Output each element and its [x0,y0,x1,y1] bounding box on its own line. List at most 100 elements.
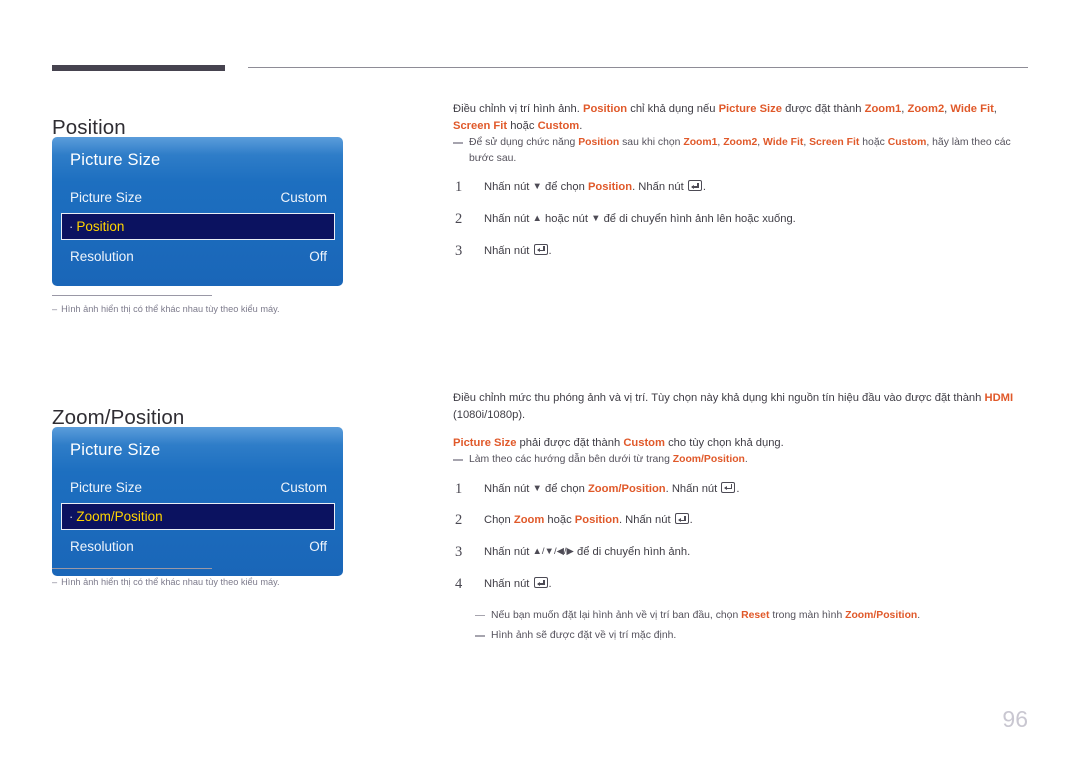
osd-row-value: Off [309,248,327,264]
note-line: Nếu bạn muốn đặt lại hình ảnh về vị trí … [475,608,1028,624]
footnote-text: ‒ Hình ảnh hiển thị có thể khác nhau tùy … [52,303,352,317]
step-number: 3 [455,242,463,259]
step-item: 1 Nhấn nút ▼ để chọn Zoom/Position. Nhấn… [453,481,1028,498]
t: được đặt thành [781,103,865,115]
t: hoặc nút [541,213,592,226]
t: phải được đặt thành [516,437,624,450]
t: hoặc [507,120,538,133]
intro-paragraph-2: Picture Size phải được đặt thành Custom … [453,435,1028,452]
note-line: Hình ảnh sẽ được đặt về vị trí mặc định. [475,628,1028,644]
t: . Nhấn nút [665,482,721,495]
keyword-position: Position [578,137,620,149]
t: Để sử dụng chức năng [469,137,579,149]
osd-row-resolution[interactable]: Resolution Off [52,532,343,560]
footnote-label: Hình ảnh hiển thị có thể khác nhau tùy t… [61,304,280,314]
osd-row-picture-size[interactable]: Picture Size Custom [52,183,343,211]
t: Nhấn nút [484,181,533,194]
t: Nhấn nút [484,213,533,226]
t: . Nhấn nút [618,514,674,527]
osd-row-picture-size[interactable]: Picture Size Custom [52,473,343,501]
t: trong màn hình [769,609,846,621]
osd-picture-size-1: Picture Size Picture Size Custom · Positi… [52,137,343,286]
keyword-zoom-position: Zoom/Position [587,482,666,495]
arrow-up-icon: ▲ [532,213,542,225]
t: , [993,103,997,115]
enter-key-icon [533,243,548,255]
osd-footnote-2: ‒ Hình ảnh hiển thị có thể khác nhau tùy … [52,568,352,590]
keyword-custom: Custom [887,137,927,149]
t: Nhấn nút [484,482,533,495]
keyword-custom: Custom [537,120,580,133]
end-notes: Nếu bạn muốn đặt lại hình ảnh về vị trí … [453,608,1028,644]
osd-row-label: Picture Size [70,189,143,205]
keyword-wide-fit: Wide Fit [950,103,994,115]
step-number: 1 [455,179,463,196]
keyword-position: Position [582,103,628,115]
osd-row-label: · Position [69,219,124,235]
step-item: 2 Chọn Zoom hoặc Position. Nhấn nút . [453,512,1028,529]
t: Điều chỉnh vị trí hình ảnh. [453,103,583,115]
step-number: 2 [455,512,463,529]
t: cho tùy chọn khả dụng. [664,437,784,450]
enter-key-icon [533,577,548,589]
t: . [689,514,693,527]
osd-row-value: Custom [280,479,327,495]
arrow-down-icon: ▼ [532,181,542,193]
keyword-hdmi: HDMI [984,392,1014,404]
t: Điều chỉnh mức thu phóng ảnh và vị trí. … [453,392,985,404]
step-number: 3 [455,544,463,561]
osd-row-label: Resolution [70,248,134,264]
enter-key-icon [687,180,702,192]
footnote-rule [52,568,212,569]
t: sau khi chọn [619,137,684,149]
t: hoặc [544,514,575,527]
page-number: 96 [1002,706,1028,732]
osd-row-position-selected[interactable]: · Position [61,213,335,240]
step-number: 4 [455,576,463,593]
section-body-zoom-position: Điều chỉnh mức thu phóng ảnh và vị trí. … [453,390,1028,644]
step-item: 3 Nhấn nút ▲/▼/◀/▶ để di chuyển hình ảnh… [453,544,1028,561]
document-page: Position Picture Size Picture Size Custo… [0,0,1080,763]
osd-title: Picture Size [70,151,161,169]
keyword-picture-size: Picture Size [453,437,517,450]
t: hoặc [859,137,888,149]
t: . [917,609,921,621]
keyword-wide-fit: Wide Fit [763,137,804,149]
t: Hình ảnh sẽ được đặt về vị trí mặc định. [491,630,677,642]
header-rule [52,64,1028,74]
t: . [744,454,748,466]
step-item: 3 Nhấn nút . [453,243,1028,260]
osd-row-zoom-position-selected[interactable]: · Zoom/Position [61,503,335,530]
osd-row-value: Off [309,538,327,554]
keyword-screen-fit: Screen Fit [453,120,508,133]
footnote-rule [52,295,212,296]
header-bar-thin [248,67,1028,68]
keyword-custom: Custom [623,437,665,450]
arrow-down-icon: ▼ [532,482,542,494]
step-item: 2 Nhấn nút ▲ hoặc nút ▼ để di chuyển hìn… [453,211,1028,228]
t: . [702,181,706,194]
bullet-icon: · [69,509,74,525]
osd-row-value: Custom [280,189,327,205]
t: Nhấn nút [484,578,533,591]
osd-picture-size-2: Picture Size Picture Size Custom · Zoom/P… [52,427,343,576]
step-item: 1 Nhấn nút ▼ để chọn Position. Nhấn nút … [453,179,1028,196]
keyword-zoom-position: Zoom/Position [672,454,745,466]
note-line: Làm theo các hướng dẫn bên dưới từ trang… [453,452,1028,468]
t: Nhấn nút [484,244,533,257]
osd-footnote-1: ‒ Hình ảnh hiển thị có thể khác nhau tùy … [52,295,352,317]
step-number: 2 [455,211,463,228]
osd-row-label: · Zoom/Position [69,509,163,525]
t: . [548,578,552,591]
footnote-label: Hình ảnh hiển thị có thể khác nhau tùy t… [61,577,280,587]
keyword-screen-fit: Screen Fit [809,137,860,149]
intro-paragraph: Điều chỉnh mức thu phóng ảnh và vị trí. … [453,390,1028,424]
steps-list: 1 Nhấn nút ▼ để chọn Position. Nhấn nút … [453,179,1028,259]
osd-row-resolution[interactable]: Resolution Off [52,242,343,270]
header-bar-thick [52,65,225,71]
keyword-picture-size: Picture Size [718,103,782,115]
keyword-position: Position [587,181,633,194]
osd-row-label-text: Position [76,218,125,234]
keyword-zoom: Zoom [513,514,545,527]
intro-paragraph: Điều chỉnh vị trí hình ảnh. Position chỉ… [453,101,1028,135]
